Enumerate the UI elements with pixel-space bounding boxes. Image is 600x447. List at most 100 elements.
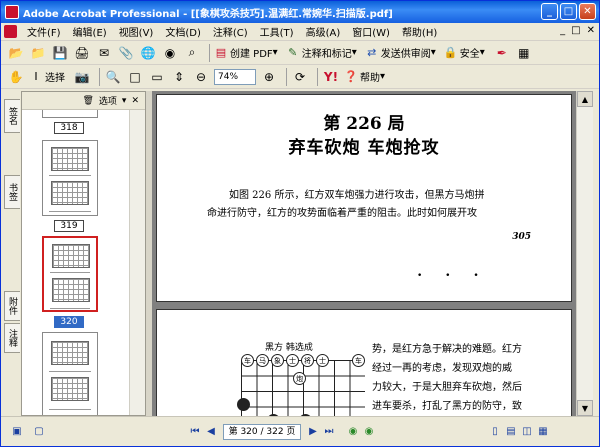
right-edge-strip xyxy=(593,91,599,416)
pages-panel-header: 🗑 选项 ▾ ✕ xyxy=(22,92,145,110)
chevron-down-icon: ▾ xyxy=(430,47,436,58)
security-button[interactable]: 🔒 安全 ▾ xyxy=(444,45,485,60)
menu-file[interactable]: 文件(F) xyxy=(21,24,67,39)
scroll-up-icon[interactable]: ▲ xyxy=(577,91,593,107)
single-page-icon[interactable]: ▯ xyxy=(487,424,503,440)
web-icon[interactable]: ◉ xyxy=(161,44,179,62)
body-text-line-2: 命进行防守，红方的攻势面临着严重的阻击。此时如何展开攻 xyxy=(207,208,477,219)
menu-tools[interactable]: 工具(T) xyxy=(254,24,300,39)
fit-page-icon[interactable]: ▭ xyxy=(148,68,166,86)
last-page-icon[interactable]: ⏭ xyxy=(321,424,337,440)
select-tool-button[interactable]: Ⅰ 选择 xyxy=(29,69,65,84)
tab-comments[interactable]: 注释 xyxy=(4,323,20,353)
page-thumbnail-318[interactable] xyxy=(42,110,98,118)
chapter-title: 弃车砍炮 车炮抢攻 xyxy=(288,138,440,158)
tab-attachments[interactable]: 附件 xyxy=(4,291,20,321)
scroll-down-icon[interactable]: ▼ xyxy=(577,400,593,416)
maximize-button[interactable]: □ xyxy=(560,3,577,20)
menu-advanced[interactable]: 高级(A) xyxy=(300,24,347,39)
back-view-icon[interactable]: ◉ xyxy=(345,424,361,440)
body-text-line: 势，是红方急于解决的难题。红方 xyxy=(372,344,522,355)
chevron-down-icon: ▾ xyxy=(479,47,485,58)
create-pdf-label: 创建 PDF xyxy=(230,49,273,60)
previous-page-icon[interactable]: ◀ xyxy=(203,424,219,440)
piece: 马 xyxy=(256,354,269,367)
minimize-button[interactable]: _ xyxy=(541,3,558,20)
doc-close-button[interactable]: ✕ xyxy=(587,25,595,36)
facing-icon[interactable]: ◫ xyxy=(519,424,535,440)
close-button[interactable]: ✕ xyxy=(579,3,596,20)
page-thumbnail-321[interactable] xyxy=(42,332,98,415)
menu-comments[interactable]: 注释(C) xyxy=(207,24,254,39)
doc-minimize-button[interactable]: _ xyxy=(560,25,565,36)
lock-icon: 🔒 xyxy=(443,46,458,59)
globe-icon[interactable]: 🌐 xyxy=(139,44,157,62)
options-menu[interactable]: 选项 xyxy=(99,94,117,107)
page-layout-icon[interactable]: ▣ xyxy=(9,424,25,440)
page-label-320[interactable]: 320 xyxy=(54,316,84,328)
document-view[interactable]: 第 226 局 弃车砍炮 车炮抢攻 如图 226 所示，红方双车炮强力进行攻击，… xyxy=(152,91,576,416)
trash-icon[interactable]: 🗑 xyxy=(82,96,93,106)
acrobat-window: Adobe Acrobat Professional - [[象棋攻杀技巧].温… xyxy=(0,0,600,447)
title-bar[interactable]: Adobe Acrobat Professional - [[象棋攻杀技巧].温… xyxy=(1,1,599,23)
piece: 将 xyxy=(301,354,314,367)
toolbar-separator xyxy=(99,67,100,86)
first-page-icon[interactable]: ⏮ xyxy=(187,424,203,440)
zoom-tool-icon[interactable]: 🔍 xyxy=(104,68,122,86)
page-view-icon[interactable]: ▢ xyxy=(31,424,47,440)
zoom-out-icon[interactable]: ⊖ xyxy=(192,68,210,86)
zoom-in-icon[interactable]: ⊕ xyxy=(260,68,278,86)
page-thumbnails: 318 319 320 xyxy=(22,110,129,415)
thumbnail-scrollbar[interactable] xyxy=(129,110,145,415)
open-folder-icon[interactable]: 📂 xyxy=(7,44,25,62)
menu-edit[interactable]: 编辑(E) xyxy=(67,24,113,39)
forms-icon[interactable]: ▦ xyxy=(515,44,533,62)
document-scrollbar[interactable]: ▲ ▼ xyxy=(576,91,593,416)
piece: 车 xyxy=(241,354,254,367)
review-icon: ⇄ xyxy=(367,46,377,59)
continuous-facing-icon[interactable]: ▦ xyxy=(535,424,551,440)
menu-view[interactable]: 视图(V) xyxy=(113,24,160,39)
status-bar: ▣ ▢ ⏮ ◀ 第 320 / 322 页 ▶ ⏭ ◉ ◉ ▯ ▤ ◫ ▦ xyxy=(1,416,599,446)
page-number-input[interactable]: 第 320 / 322 页 xyxy=(223,423,301,440)
next-page-icon[interactable]: ▶ xyxy=(305,424,321,440)
email-icon[interactable]: ✉ xyxy=(95,44,113,62)
page-thumbnail-319[interactable] xyxy=(42,140,98,216)
chevron-down-icon[interactable]: ▾ xyxy=(122,96,127,106)
binoculars-icon[interactable]: ⌕ xyxy=(183,44,201,62)
zoom-input[interactable]: 74% xyxy=(214,68,256,85)
tab-bookmarks[interactable]: 书签 xyxy=(4,175,20,209)
create-pdf-button[interactable]: ▤ 创建 PDF ▾ xyxy=(214,45,278,60)
document-icon[interactable] xyxy=(4,25,17,38)
navigation-tabs: 签名 书签 附件 注释 xyxy=(3,91,21,416)
attach-icon[interactable]: 📎 xyxy=(117,44,135,62)
sign-pen-icon[interactable]: ✒ xyxy=(493,44,511,62)
menu-window[interactable]: 窗口(W) xyxy=(346,24,396,39)
fit-width-icon[interactable]: ⇕ xyxy=(170,68,188,86)
menu-document[interactable]: 文档(D) xyxy=(159,24,207,39)
tab-signatures[interactable]: 签名 xyxy=(4,99,20,133)
doc-restore-button[interactable]: □ xyxy=(571,25,580,36)
rotate-icon[interactable]: ⟳ xyxy=(291,68,309,86)
comment-markup-button[interactable]: ✎ 注释和标记 ▾ xyxy=(286,45,357,60)
toolbar-separator xyxy=(286,67,287,86)
page-label-319[interactable]: 319 xyxy=(54,220,84,232)
xiangqi-board: 车 马 象 士 将 士 车 炮 xyxy=(237,348,369,416)
hand-tool-icon[interactable]: ✋ xyxy=(7,68,25,86)
yahoo-icon[interactable]: Y! xyxy=(322,68,340,86)
send-review-button[interactable]: ⇄ 发送供审阅 ▾ xyxy=(365,45,436,60)
snapshot-icon[interactable]: 📷 xyxy=(73,68,91,86)
forward-view-icon[interactable]: ◉ xyxy=(361,424,377,440)
open-icon[interactable]: 📁 xyxy=(29,44,47,62)
menu-help[interactable]: 帮助(H) xyxy=(396,24,443,39)
help-button[interactable]: ❓ 帮助 ▾ xyxy=(344,69,385,84)
actual-size-icon[interactable]: □ xyxy=(126,68,144,86)
piece: 士 xyxy=(286,354,299,367)
page-thumbnail-320[interactable] xyxy=(42,236,98,312)
continuous-icon[interactable]: ▤ xyxy=(503,424,519,440)
close-panel-icon[interactable]: ✕ xyxy=(131,96,139,106)
page-label-318[interactable]: 318 xyxy=(54,122,84,134)
print-icon[interactable]: 🖨 xyxy=(73,44,91,62)
toolbar-separator xyxy=(317,67,318,86)
save-icon[interactable]: 💾 xyxy=(51,44,69,62)
